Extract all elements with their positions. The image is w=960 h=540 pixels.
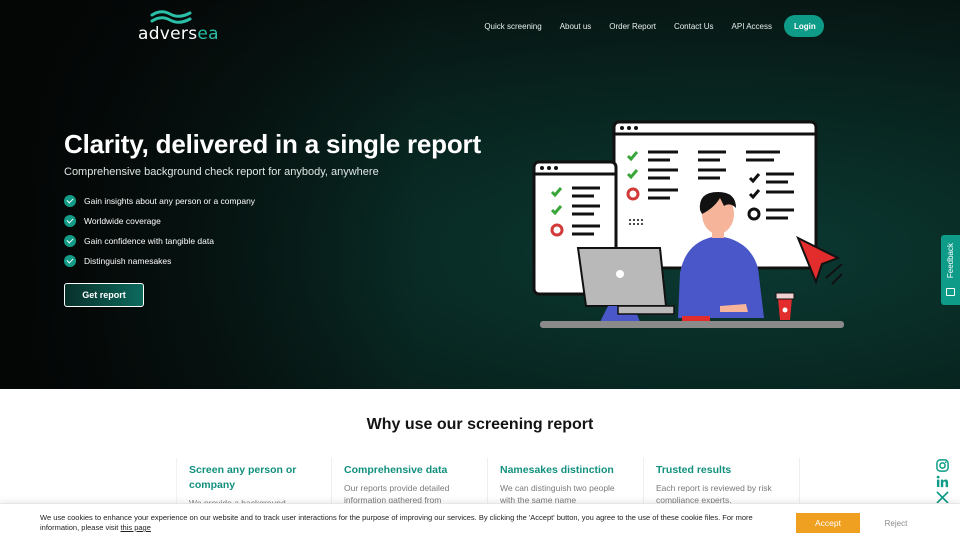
social-links xyxy=(936,459,949,507)
get-report-button[interactable]: Get report xyxy=(64,283,144,307)
benefit-item: Worldwide coverage xyxy=(64,215,255,227)
check-circle-icon xyxy=(64,215,76,227)
benefit-text: Distinguish namesakes xyxy=(84,256,172,266)
check-circle-icon xyxy=(64,195,76,207)
benefit-text: Worldwide coverage xyxy=(84,216,161,226)
cookie-policy-link[interactable]: this page xyxy=(120,523,150,532)
check-circle-icon xyxy=(64,255,76,267)
feedback-label: Feedback xyxy=(946,243,955,279)
feature-title: Trusted results xyxy=(656,464,732,476)
main-nav: Quick screening About us Order Report Co… xyxy=(466,15,824,37)
feature-title: Namesakes distinction xyxy=(500,464,614,476)
background-check-illustration xyxy=(532,120,844,328)
why-section-title: Why use our screening report xyxy=(366,416,594,433)
login-button[interactable]: Login xyxy=(784,15,824,37)
adversea-logo[interactable]: adversea xyxy=(138,10,219,44)
instagram-icon[interactable] xyxy=(936,459,949,472)
benefit-item: Gain confidence with tangible data xyxy=(64,235,255,247)
logo-wordmark: adversea xyxy=(138,24,219,44)
accept-cookies-button[interactable]: Accept xyxy=(796,513,860,533)
feedback-icon xyxy=(946,288,955,296)
hero-section: adversea Quick screening About us Order … xyxy=(0,0,960,389)
benefit-list: Gain insights about any person or a comp… xyxy=(64,195,255,275)
cookie-message: We use cookies to enhance your experienc… xyxy=(40,513,780,533)
cookie-consent-bar: We use cookies to enhance your experienc… xyxy=(0,503,960,540)
logo-wordmark-prefix: advers xyxy=(138,24,198,44)
benefit-text: Gain confidence with tangible data xyxy=(84,236,214,246)
linkedin-icon[interactable] xyxy=(936,475,949,488)
feature-title: Comprehensive data xyxy=(344,464,448,476)
benefit-item: Distinguish namesakes xyxy=(64,255,255,267)
nav-api-access[interactable]: API Access xyxy=(732,22,772,31)
nav-order-report[interactable]: Order Report xyxy=(609,22,656,31)
reject-cookies-button[interactable]: Reject xyxy=(872,513,920,533)
benefit-item: Gain insights about any person or a comp… xyxy=(64,195,255,207)
feature-title: Screen any person or company xyxy=(189,464,297,491)
logo-wordmark-accent: ea xyxy=(197,24,219,44)
check-circle-icon xyxy=(64,235,76,247)
nav-contact-us[interactable]: Contact Us xyxy=(674,22,714,31)
hero-title: Clarity, delivered in a single report xyxy=(64,129,481,159)
benefit-text: Gain insights about any person or a comp… xyxy=(84,196,256,206)
nav-about-us[interactable]: About us xyxy=(560,22,592,31)
hero-subtitle: Comprehensive background check report fo… xyxy=(64,166,379,178)
nav-quick-screening[interactable]: Quick screening xyxy=(484,22,541,31)
feedback-tab[interactable]: Feedback xyxy=(941,235,960,305)
